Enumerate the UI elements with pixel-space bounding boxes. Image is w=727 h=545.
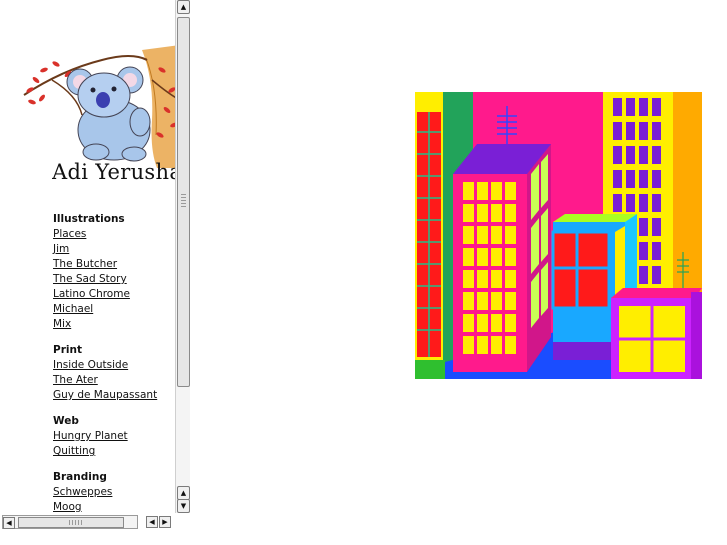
koala-logo xyxy=(23,45,180,168)
arrow-up-icon[interactable]: ▲ xyxy=(177,0,190,14)
horizontal-scroll-track[interactable]: ◀ xyxy=(2,515,138,529)
vertical-scrollbar[interactable]: ▲ ▲ ▼ xyxy=(175,0,190,513)
nav-section-title: Print xyxy=(53,344,82,356)
arrow-left-icon[interactable]: ◀ xyxy=(3,517,15,529)
arrow-down-icon[interactable]: ▼ xyxy=(177,499,190,513)
nav-section-title: Branding xyxy=(53,471,107,483)
brand-name: Adi Yerushalmi xyxy=(52,160,176,184)
nav-section-title: Illustrations xyxy=(53,213,125,225)
nav-section-print: Print Inside Outside The Ater Guy de Mau… xyxy=(53,343,175,403)
nav-link-inside-outside[interactable]: Inside Outside xyxy=(53,358,175,373)
arrow-right-icon[interactable]: ▶ xyxy=(159,516,171,528)
nav-link-guy-de-maupassant[interactable]: Guy de Maupassant xyxy=(53,388,175,403)
nav-section-branding: Branding Schweppes Moog xyxy=(53,470,175,515)
nav-link-jim[interactable]: Jim xyxy=(53,242,175,257)
horizontal-scroll-thumb[interactable] xyxy=(18,517,124,528)
nav-link-places[interactable]: Places xyxy=(53,227,175,242)
nav-section-illustrations: Illustrations Places Jim The Butcher The… xyxy=(53,212,175,332)
nav-link-mix[interactable]: Mix xyxy=(53,317,175,332)
arrow-up-icon[interactable]: ▲ xyxy=(177,486,190,500)
nav-link-the-butcher[interactable]: The Butcher xyxy=(53,257,175,272)
city-illustration xyxy=(415,92,702,379)
nav-section-web: Web Hungry Planet Quitting xyxy=(53,414,175,459)
nav-link-the-ater[interactable]: The Ater xyxy=(53,373,175,388)
vertical-scroll-thumb[interactable] xyxy=(177,17,190,387)
nav-link-the-sad-story[interactable]: The Sad Story xyxy=(53,272,175,287)
nav-link-latino-chrome[interactable]: Latino Chrome xyxy=(53,287,175,302)
horizontal-scroll-buttons: ◀ ▶ xyxy=(146,515,174,528)
nav-link-michael[interactable]: Michael xyxy=(53,302,175,317)
nav-section-title: Web xyxy=(53,415,79,427)
arrow-left-icon[interactable]: ◀ xyxy=(146,516,158,528)
nav-link-schweppes[interactable]: Schweppes xyxy=(53,485,175,500)
navigation-frame: Adi Yerushalmi Illustrations Places Jim … xyxy=(0,0,190,530)
nav-link-hungry-planet[interactable]: Hungry Planet xyxy=(53,429,175,444)
nav-link-quitting[interactable]: Quitting xyxy=(53,444,175,459)
horizontal-scrollbar[interactable]: ◀ ◀ ▶ xyxy=(0,513,190,530)
navigation-menu: Illustrations Places Jim The Butcher The… xyxy=(53,212,175,526)
grip-icon xyxy=(181,194,186,208)
grip-icon xyxy=(69,520,83,525)
